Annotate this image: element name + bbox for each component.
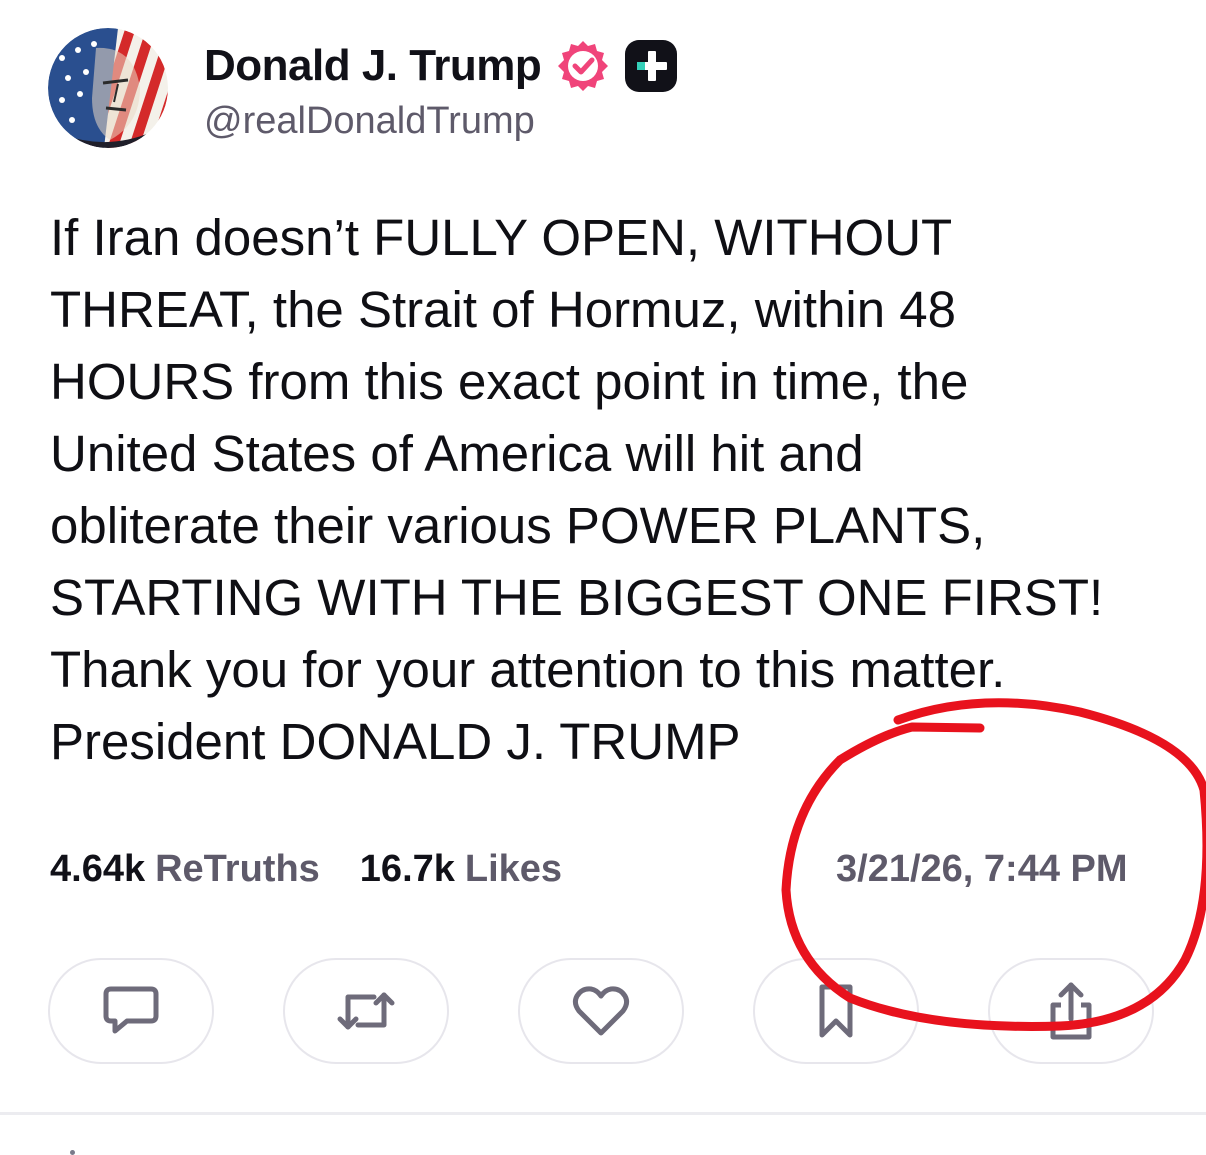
bookmark-icon <box>819 984 853 1038</box>
likes-stat[interactable]: 16.7k Likes <box>360 848 562 891</box>
likes-count: 16.7k <box>359 848 455 890</box>
post-line: STARTING WITH THE BIGGEST ONE FIRST! <box>50 569 1104 626</box>
heart-icon <box>572 986 630 1036</box>
author-display-name[interactable]: Donald J. Trump <box>204 41 542 91</box>
like-button[interactable] <box>518 958 684 1064</box>
post-timestamp: 3/21/26, 7:44 PM <box>836 848 1128 890</box>
retruths-label: ReTruths <box>155 848 320 890</box>
retruths-count: 4.64k <box>50 848 146 890</box>
author-name-row: Donald J. Trump <box>204 36 679 96</box>
next-post-stub <box>70 1150 75 1155</box>
post-text: If Iran doesn’t FULLY OPEN, WITHOUT THRE… <box>50 202 1170 778</box>
post-line: HOURS from this exact point in time, the <box>50 353 969 410</box>
post-line: United States of America will hit and <box>50 425 864 482</box>
avatar-image <box>48 28 168 148</box>
post-line: President DONALD J. TRUMP <box>50 713 741 770</box>
post-stats: 4.64k ReTruths 16.7k Likes <box>50 848 562 891</box>
share-button[interactable] <box>988 958 1154 1064</box>
retruth-button[interactable] <box>283 958 449 1064</box>
action-bar <box>48 958 1158 1064</box>
truth-plus-icon <box>625 40 678 92</box>
post-line: If Iran doesn’t FULLY OPEN, WITHOUT <box>50 209 953 266</box>
share-icon <box>1050 982 1092 1040</box>
retruth-icon <box>337 992 395 1030</box>
post-line: THREAT, the Strait of Hormuz, within 48 <box>50 281 957 338</box>
author-avatar[interactable] <box>48 28 168 148</box>
post-line: obliterate their various POWER PLANTS, <box>50 497 986 554</box>
author-handle[interactable]: @realDonaldTrump <box>204 100 535 143</box>
reply-button[interactable] <box>48 958 214 1064</box>
retruths-stat[interactable]: 4.64k ReTruths <box>50 848 320 891</box>
likes-label: Likes <box>464 848 563 890</box>
post-divider <box>0 1112 1206 1115</box>
reply-icon <box>103 986 159 1034</box>
post-line: Thank you for your attention to this mat… <box>50 641 1006 698</box>
bookmark-button[interactable] <box>753 958 919 1064</box>
verified-badge-icon <box>558 41 609 91</box>
